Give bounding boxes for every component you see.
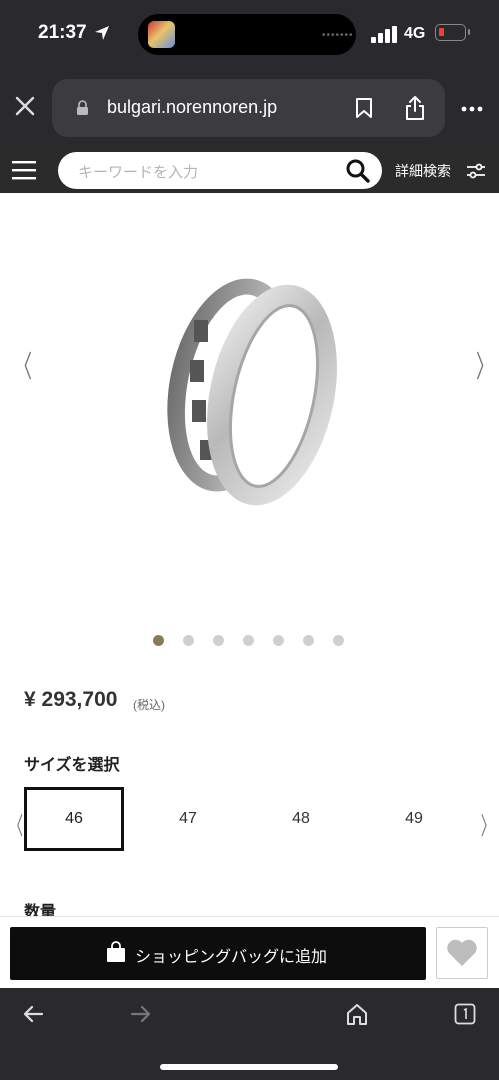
size-select-label: サイズを選択 — [24, 757, 120, 774]
gallery-dot[interactable] — [273, 635, 284, 646]
back-arrow-icon[interactable] — [22, 1005, 44, 1023]
gallery-dot[interactable] — [333, 635, 344, 646]
add-to-bag-label[interactable]: ショッピングバッグに追加 — [135, 943, 327, 967]
size-option-49[interactable]: 49 — [364, 787, 464, 851]
gallery-dot[interactable] — [303, 635, 314, 646]
forward-arrow-icon[interactable] — [130, 1005, 152, 1023]
lock-icon — [77, 100, 88, 115]
battery-tip — [468, 29, 470, 35]
heart-icon[interactable] — [446, 939, 478, 967]
home-icon[interactable] — [345, 1002, 369, 1026]
shopping-bag-icon — [107, 941, 125, 962]
size-prev-arrow[interactable]: 〈 — [9, 806, 23, 841]
island-indicator: ••••••• — [322, 30, 354, 41]
close-tab-icon[interactable] — [14, 95, 36, 117]
bookmark-icon[interactable] — [355, 97, 373, 119]
network-type: 4G — [404, 25, 426, 42]
address-url[interactable]: bulgari.norennoren.jp — [107, 97, 277, 118]
gallery-dot[interactable] — [153, 635, 164, 646]
search-icon[interactable] — [345, 158, 371, 184]
share-icon[interactable] — [404, 95, 426, 121]
menu-icon[interactable] — [12, 160, 36, 180]
location-arrow-icon — [95, 26, 109, 40]
tabs-icon[interactable] — [454, 1003, 476, 1025]
signal-icon — [371, 26, 397, 43]
gallery-next-arrow[interactable]: 〉 — [476, 342, 494, 386]
battery-icon — [435, 24, 466, 41]
tax-note: (税込) — [133, 698, 165, 712]
filter-sliders-icon[interactable] — [466, 163, 486, 179]
gallery-dot[interactable] — [183, 635, 194, 646]
product-image-ring[interactable] — [150, 260, 350, 520]
gallery-prev-arrow[interactable]: 〈 — [14, 342, 32, 386]
product-price: ¥ 293,700 — [24, 688, 118, 711]
size-option-48[interactable]: 48 — [251, 787, 351, 851]
home-indicator — [160, 1064, 338, 1070]
island-app-thumbnail — [148, 21, 175, 48]
advanced-search-link[interactable]: 詳細検索 — [395, 161, 451, 181]
more-options-icon[interactable] — [461, 106, 483, 112]
search-placeholder: キーワードを入力 — [78, 164, 199, 181]
status-time: 21:37 — [38, 22, 87, 43]
size-next-arrow[interactable]: 〉 — [481, 806, 495, 841]
size-option-47[interactable]: 47 — [138, 787, 238, 851]
gallery-dot[interactable] — [243, 635, 254, 646]
size-option-46[interactable]: 46 — [24, 787, 124, 851]
gallery-dot[interactable] — [213, 635, 224, 646]
